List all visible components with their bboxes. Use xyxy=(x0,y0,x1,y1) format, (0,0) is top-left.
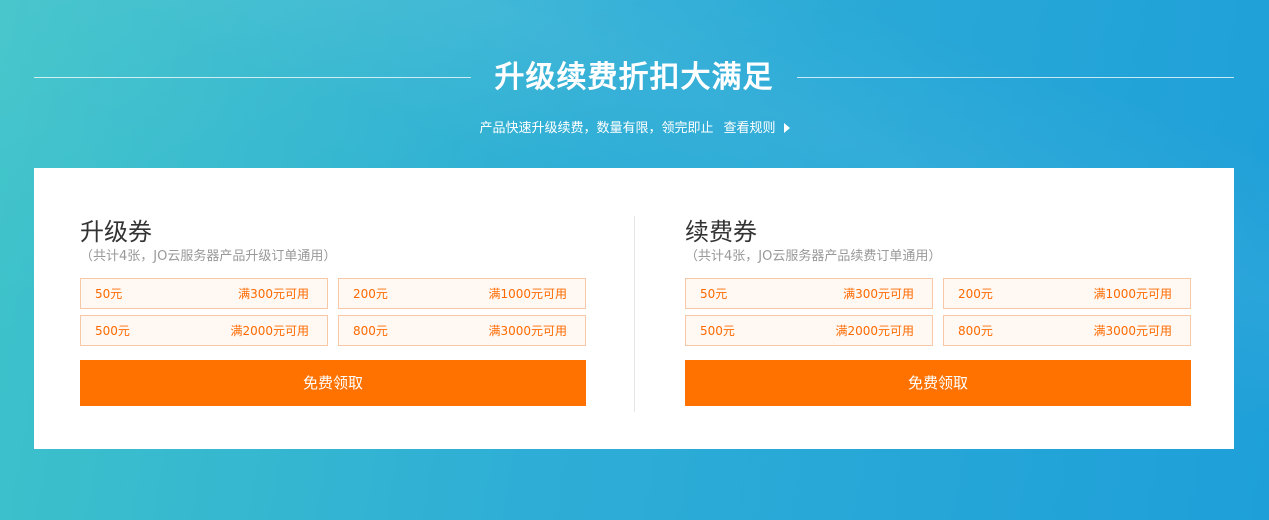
coupon-amount: 800元 xyxy=(958,324,993,338)
coupon-panel: 升级券 （共计4张，JO云服务器产品升级订单通用） 50元 满300元可用 20… xyxy=(34,168,1234,449)
coupon-item: 50元 满300元可用 xyxy=(685,278,933,309)
section-title: 续费券 xyxy=(685,218,757,246)
coupon-amount: 500元 xyxy=(95,324,130,338)
coupon-amount: 200元 xyxy=(353,287,388,301)
title-divider-left xyxy=(34,77,471,78)
section-description: （共计4张，JO云服务器产品续费订单通用） xyxy=(685,249,942,264)
subtitle-text: 产品快速升级续费，数量有限，领完即止 xyxy=(479,121,714,136)
coupon-amount: 500元 xyxy=(700,324,735,338)
coupon-condition: 满3000元可用 xyxy=(1093,324,1172,338)
coupon-condition: 满1000元可用 xyxy=(488,287,567,301)
coupon-item: 800元 满3000元可用 xyxy=(338,315,586,346)
title-divider-right xyxy=(797,77,1234,78)
coupon-condition: 满2000元可用 xyxy=(230,324,309,338)
coupon-item: 500元 满2000元可用 xyxy=(685,315,933,346)
section-title: 升级券 xyxy=(80,218,152,246)
coupon-item: 500元 满2000元可用 xyxy=(80,315,328,346)
coupon-condition: 满300元可用 xyxy=(843,287,914,301)
upgrade-coupon-section: 升级券 （共计4张，JO云服务器产品升级订单通用） 50元 满300元可用 20… xyxy=(80,216,586,406)
claim-renewal-coupons-button[interactable]: 免费领取 xyxy=(685,360,1191,406)
coupon-amount: 50元 xyxy=(95,287,123,301)
section-divider xyxy=(634,216,635,412)
coupon-condition: 满3000元可用 xyxy=(488,324,567,338)
coupon-amount: 200元 xyxy=(958,287,993,301)
promo-header: 升级续费折扣大满足 xyxy=(34,52,1234,102)
coupon-item: 200元 满1000元可用 xyxy=(338,278,586,309)
coupon-amount: 50元 xyxy=(700,287,728,301)
view-rules-link[interactable]: 查看规则 xyxy=(724,121,790,136)
coupon-grid: 50元 满300元可用 200元 满1000元可用 500元 满2000元可用 … xyxy=(80,278,586,346)
coupon-item: 800元 满3000元可用 xyxy=(943,315,1191,346)
promo-subtitle: 产品快速升级续费，数量有限，领完即止 查看规则 xyxy=(0,119,1269,139)
coupon-item: 200元 满1000元可用 xyxy=(943,278,1191,309)
coupon-condition: 满300元可用 xyxy=(238,287,309,301)
view-rules-label: 查看规则 xyxy=(723,121,776,136)
coupon-condition: 满2000元可用 xyxy=(835,324,914,338)
coupon-grid: 50元 满300元可用 200元 满1000元可用 500元 满2000元可用 … xyxy=(685,278,1191,346)
triangle-right-icon xyxy=(783,123,790,133)
coupon-amount: 800元 xyxy=(353,324,388,338)
coupon-condition: 满1000元可用 xyxy=(1093,287,1172,301)
coupon-item: 50元 满300元可用 xyxy=(80,278,328,309)
renewal-coupon-section: 续费券 （共计4张，JO云服务器产品续费订单通用） 50元 满300元可用 20… xyxy=(685,216,1191,406)
claim-upgrade-coupons-button[interactable]: 免费领取 xyxy=(80,360,586,406)
section-description: （共计4张，JO云服务器产品升级订单通用） xyxy=(80,249,337,264)
page-title: 升级续费折扣大满足 xyxy=(494,60,774,95)
